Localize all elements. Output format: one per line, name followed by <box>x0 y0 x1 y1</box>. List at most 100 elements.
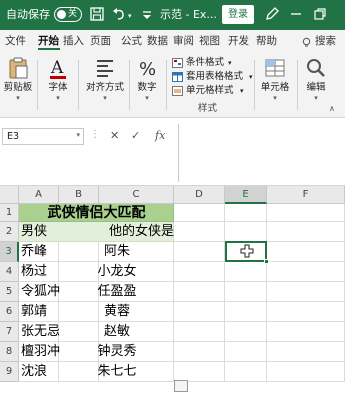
save-icon[interactable] <box>89 6 105 22</box>
cell[interactable] <box>267 222 345 242</box>
cell[interactable] <box>174 362 225 382</box>
lightbulb-icon <box>302 37 311 47</box>
hero-name[interactable]: 杨过 <box>21 263 47 281</box>
tab-view[interactable]: 视图 <box>199 34 220 48</box>
heroine-name[interactable]: 黄蓉 <box>80 303 154 321</box>
row-header-1[interactable]: 1 <box>0 204 19 222</box>
tab-page-layout[interactable]: 页面 <box>90 34 111 48</box>
clipboard-icon <box>9 57 28 79</box>
row-header-6[interactable]: 6 <box>0 302 19 322</box>
header-men: 男侠 <box>21 224 48 239</box>
heroine-name[interactable]: 钟灵秀 <box>80 343 154 361</box>
undo-dropdown-icon[interactable]: ▾ <box>128 9 132 23</box>
row-header-8[interactable]: 8 <box>0 342 19 362</box>
row-header-5[interactable]: 5 <box>0 282 19 302</box>
pen-icon[interactable] <box>264 6 280 22</box>
paste-options-icon[interactable] <box>174 380 188 392</box>
ribbon-divider <box>78 60 79 110</box>
font-group[interactable]: A 字体 ▾ <box>42 56 74 102</box>
cell[interactable] <box>267 322 345 342</box>
column-header-b[interactable]: B <box>59 186 99 204</box>
table-icon <box>172 72 183 82</box>
tab-developer[interactable]: 开发 <box>228 34 249 48</box>
cell[interactable] <box>174 242 225 262</box>
editing-group[interactable]: 编辑 ▾ <box>300 56 332 102</box>
alignment-group[interactable]: 对齐方式 ▾ <box>80 56 130 102</box>
cell[interactable] <box>174 222 225 242</box>
cells-group[interactable]: 单元格 ▾ <box>257 56 293 102</box>
tab-home[interactable]: 开始 <box>38 34 59 48</box>
tab-help[interactable]: 帮助 <box>256 34 277 48</box>
collapse-ribbon-icon[interactable]: ∧ <box>329 104 335 113</box>
fill-handle[interactable] <box>264 259 269 264</box>
column-header-f[interactable]: F <box>267 186 345 204</box>
cell[interactable] <box>225 222 267 242</box>
name-box[interactable]: E3 ▾ <box>2 128 84 145</box>
formula-input[interactable] <box>178 124 345 182</box>
tab-search[interactable]: 搜索 <box>315 34 336 48</box>
login-button[interactable]: 登录 <box>222 5 254 24</box>
column-header-e[interactable]: E <box>225 186 267 204</box>
tab-insert[interactable]: 插入 <box>63 34 84 48</box>
cell[interactable] <box>225 204 267 222</box>
undo-icon[interactable] <box>111 6 127 22</box>
cell[interactable] <box>174 342 225 362</box>
heroine-name[interactable]: 阿朱 <box>80 243 154 261</box>
cancel-icon[interactable]: ✕ <box>110 129 119 142</box>
heroine-name[interactable]: 赵敏 <box>80 323 154 341</box>
cell[interactable] <box>267 204 345 222</box>
cell[interactable] <box>225 342 267 362</box>
cell[interactable] <box>267 362 345 382</box>
column-header-c[interactable]: C <box>99 186 174 204</box>
row-header-7[interactable]: 7 <box>0 322 19 342</box>
hero-name[interactable]: 檀羽冲 <box>21 343 60 361</box>
tab-data[interactable]: 数据 <box>147 34 168 48</box>
cell[interactable] <box>225 302 267 322</box>
hero-name[interactable]: 令狐冲 <box>21 283 60 301</box>
tab-review[interactable]: 审阅 <box>173 34 194 48</box>
cell[interactable] <box>225 262 267 282</box>
column-header-d[interactable]: D <box>174 186 225 204</box>
cell[interactable] <box>267 302 345 322</box>
header-row[interactable]: 男侠 他的女侠是 <box>19 222 174 242</box>
heroine-name[interactable]: 朱七七 <box>80 363 154 381</box>
cell[interactable] <box>267 282 345 302</box>
cell[interactable] <box>174 204 225 222</box>
cell[interactable] <box>174 302 225 322</box>
cell[interactable] <box>225 362 267 382</box>
heroine-name[interactable]: 小龙女 <box>80 263 154 281</box>
column-header-a[interactable]: A <box>19 186 59 204</box>
cell[interactable] <box>174 262 225 282</box>
formula-bar-grip[interactable]: ⋮ <box>90 129 100 140</box>
customize-quick-access-icon[interactable] <box>139 6 155 22</box>
autosave-label: 自动保存 <box>6 8 50 21</box>
row-header-2[interactable]: 2 <box>0 222 19 242</box>
title-cell[interactable]: 武侠情侣大匹配 <box>19 204 174 222</box>
cell[interactable] <box>267 262 345 282</box>
row-header-9[interactable]: 9 <box>0 362 19 382</box>
toggle-knob <box>57 10 66 19</box>
cell[interactable] <box>174 322 225 342</box>
cell[interactable] <box>267 242 345 262</box>
heroine-name[interactable]: 任盈盈 <box>80 283 154 301</box>
restore-icon[interactable] <box>312 6 328 22</box>
row-header-3[interactable]: 3 <box>0 242 19 262</box>
tab-formulas[interactable]: 公式 <box>121 34 142 48</box>
select-all-corner[interactable] <box>0 186 19 204</box>
number-group[interactable]: % 数字 ▾ <box>131 56 163 102</box>
row-header-4[interactable]: 4 <box>0 262 19 282</box>
cell[interactable] <box>174 282 225 302</box>
autosave-toggle[interactable]: 关 <box>54 7 82 22</box>
cell[interactable] <box>225 322 267 342</box>
tab-file[interactable]: 文件 <box>5 34 26 48</box>
cell[interactable] <box>225 282 267 302</box>
hero-name[interactable]: 郭靖 <box>21 303 47 321</box>
hero-name[interactable]: 沈浪 <box>21 363 47 381</box>
insert-function-button[interactable]: fx <box>155 129 165 142</box>
enter-icon[interactable]: ✓ <box>131 129 140 142</box>
cell[interactable] <box>267 342 345 362</box>
hero-name[interactable]: 乔峰 <box>21 243 47 261</box>
clipboard-group[interactable]: 剪贴板 ▾ <box>2 56 34 102</box>
hero-name[interactable]: 张无忌 <box>21 323 60 341</box>
minimize-icon[interactable] <box>288 6 304 22</box>
